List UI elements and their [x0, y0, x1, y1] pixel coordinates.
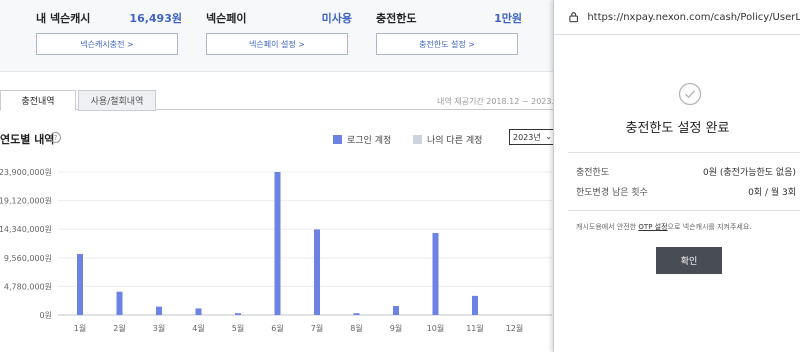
- nexon-pay-settings-button[interactable]: 넥슨페이 설정 >: [206, 33, 348, 55]
- confirm-button[interactable]: 확인: [656, 247, 722, 274]
- bar-2: [116, 291, 123, 315]
- tab-charge-history[interactable]: 충전내역: [0, 90, 76, 111]
- charge-limit-title: 충전한도: [376, 12, 417, 25]
- info-row-limit: 충전한도 0원 (충전가능한도 없음): [576, 165, 796, 178]
- notice-text: 캐시도용에서 안전한: [576, 223, 639, 231]
- y-tick-label: 9,560,000원: [4, 254, 52, 263]
- y-tick-label: 4,780,000원: [4, 282, 52, 291]
- y-tick-label: 14,340,000원: [0, 225, 52, 234]
- notice-text: 으로 넥슨캐시를 지켜주세요.: [667, 223, 752, 231]
- tab-usage-history[interactable]: 사용/철회내역: [78, 90, 156, 111]
- summary-panel: 내 넥슨캐시 16,493원 넥슨캐시충전 > 넥슨페이 미사용 넥슨페이 설정…: [0, 0, 556, 72]
- info-value: 0회 / 월 3회: [748, 188, 796, 198]
- x-tick-label: 9월: [390, 323, 402, 333]
- info-label: 한도변경 남은 횟수: [576, 188, 648, 198]
- chart-title: 연도별 내역: [0, 133, 55, 146]
- check-circle-icon: [678, 82, 702, 106]
- y-tick-label: 23,900,000원: [0, 168, 52, 177]
- bar-9: [393, 306, 399, 315]
- year-select-value: 2023년: [513, 132, 541, 142]
- chevron-down-icon: ⌄: [545, 132, 552, 141]
- url-text: https://nxpay.nexon.com/cash/Policy/User…: [587, 11, 800, 23]
- otp-notice: 캐시도용에서 안전한 OTP 설정으로 넥슨캐시를 지켜주세요.: [576, 222, 752, 232]
- x-tick-label: 1월: [74, 323, 86, 333]
- screen: 내 넥슨캐시 16,493원 넥슨캐시충전 > 넥슨페이 미사용 넥슨페이 설정…: [0, 0, 800, 352]
- year-select[interactable]: 2023년 ⌄: [509, 129, 555, 145]
- legend-swatch-other: [413, 135, 422, 144]
- bar-11: [472, 295, 478, 315]
- popup-title: 충전한도 설정 완료: [625, 121, 730, 136]
- bar-3: [156, 306, 162, 315]
- nexon-cash-balance: 16,493원: [129, 12, 182, 25]
- legend-swatch-login: [333, 135, 342, 144]
- bar-5: [235, 313, 241, 315]
- bar-1: [77, 253, 83, 315]
- x-tick-label: 6월: [271, 323, 283, 333]
- x-tick-label: 11월: [466, 323, 484, 333]
- legend-login-account: 로그인 계정: [333, 133, 391, 146]
- charge-limit-card: 충전한도 1만원 충전한도 설정 >: [376, 10, 522, 55]
- bar-6: [274, 172, 281, 315]
- x-tick-label: 10월: [427, 323, 445, 333]
- lock-icon: [569, 12, 579, 23]
- info-label: 충전한도: [576, 168, 610, 178]
- nexon-cash-title: 내 넥슨캐시: [36, 12, 91, 25]
- history-period: 내역 제공기간 2018.12 ~ 2023.11: [437, 97, 556, 106]
- charge-limit-value: 1만원: [494, 12, 522, 25]
- x-tick-label: 7월: [311, 323, 323, 333]
- bar-10: [432, 233, 439, 315]
- charge-limit-settings-button[interactable]: 충전한도 설정 >: [376, 33, 518, 55]
- otp-settings-link[interactable]: OTP 설정: [638, 223, 667, 231]
- y-tick-label: 19,120,000원: [0, 197, 52, 206]
- nexon-pay-status: 미사용: [321, 12, 352, 25]
- x-tick-label: 4월: [192, 323, 204, 333]
- legend-other-account: 나의 다른 계정: [413, 133, 482, 146]
- bar-7: [314, 229, 320, 315]
- nexon-pay-title: 넥슨페이: [206, 12, 247, 25]
- x-tick-label: 12월: [506, 323, 524, 333]
- divider: [568, 210, 800, 211]
- bar-4: [195, 308, 202, 315]
- address-bar[interactable]: https://nxpay.nexon.com/cash/Policy/User…: [554, 0, 800, 35]
- info-row-remaining: 한도변경 남은 횟수 0회 / 월 3회: [576, 185, 796, 198]
- bar-8: [353, 313, 360, 315]
- legend-label: 나의 다른 계정: [427, 136, 483, 146]
- legend-label: 로그인 계정: [347, 136, 392, 146]
- charge-limit-popup: https://nxpay.nexon.com/cash/Policy/User…: [553, 0, 800, 352]
- cash-history-page: 내 넥슨캐시 16,493원 넥슨캐시충전 > 넥슨페이 미사용 넥슨페이 설정…: [0, 0, 556, 352]
- monthly-chart: 0원 4,780,000원 9,560,000원 14,340,000원 19,120,…: [0, 168, 552, 333]
- divider: [568, 152, 800, 153]
- help-icon[interactable]: ?: [50, 132, 61, 143]
- y-tick-label: 0원: [40, 311, 52, 320]
- nexon-cash-card: 내 넥슨캐시 16,493원 넥슨캐시충전 >: [36, 10, 182, 55]
- info-value: 0원 (충전가능한도 없음): [703, 168, 796, 178]
- x-tick-label: 2월: [113, 323, 125, 333]
- nexon-pay-card: 넥슨페이 미사용 넥슨페이 설정 >: [206, 10, 352, 55]
- x-tick-label: 3월: [153, 323, 165, 333]
- x-tick-label: 5월: [232, 323, 244, 333]
- x-tick-label: 8월: [350, 323, 362, 333]
- charge-cash-button[interactable]: 넥슨캐시충전 >: [36, 33, 178, 55]
